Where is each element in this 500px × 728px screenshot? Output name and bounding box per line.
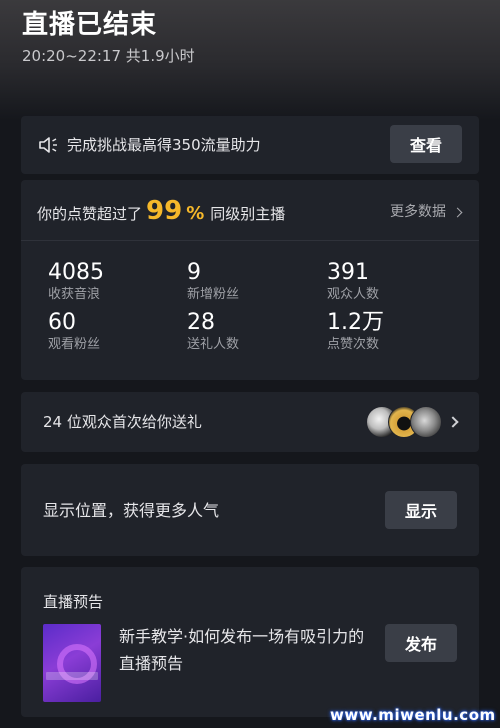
stat-viewers: 391 观众人数 xyxy=(327,261,379,304)
publish-button[interactable]: 发布 xyxy=(385,624,457,662)
stat-value: 60 xyxy=(48,310,76,335)
stat-likes: 1.2万 点赞次数 xyxy=(327,311,384,354)
stat-value: 1.2万 xyxy=(327,310,384,335)
live-preview-card: 直播预告 新手教学·如何发布一场有吸引力的直播预告 发布 xyxy=(21,567,479,717)
chevron-right-icon xyxy=(447,416,459,428)
stat-label: 点赞次数 xyxy=(327,337,380,352)
stat-sound-waves: 4085 收获音浪 xyxy=(48,261,104,304)
like-ranking: 你的点赞超过了 99 % 同级别主播 xyxy=(37,196,285,229)
show-location-card: 显示位置，获得更多人气 显示 xyxy=(21,464,479,556)
live-preview-title: 直播预告 xyxy=(43,593,104,611)
stat-value: 9 xyxy=(187,260,201,285)
tutorial-thumbnail[interactable] xyxy=(43,624,101,702)
stat-label: 观看粉丝 xyxy=(48,337,101,352)
more-data-link[interactable]: 更多数据 xyxy=(390,202,463,222)
divider xyxy=(21,240,479,241)
watermark: www.miwenlu.com xyxy=(330,706,496,724)
challenge-text: 完成挑战最高得350流量助力 xyxy=(67,136,261,154)
stat-label: 新增粉丝 xyxy=(187,287,240,302)
stat-value: 391 xyxy=(327,260,369,285)
like-suffix: 同级别主播 xyxy=(210,205,286,223)
stat-label: 收获音浪 xyxy=(48,287,101,302)
stats-card: 你的点赞超过了 99 % 同级别主播 更多数据 4085 收获音浪 9 新增粉丝… xyxy=(21,180,479,380)
like-prefix: 你的点赞超过了 xyxy=(37,205,143,223)
speaker-icon xyxy=(39,137,57,153)
stat-label: 观众人数 xyxy=(327,287,380,302)
challenge-card: 完成挑战最高得350流量助力 查看 xyxy=(21,116,479,174)
first-gift-text: 24 位观众首次给你送礼 xyxy=(43,413,202,431)
like-percent: 99 xyxy=(146,196,183,226)
show-location-text: 显示位置，获得更多人气 xyxy=(43,501,220,520)
live-duration: 20:20~22:17 共1.9小时 xyxy=(22,47,195,65)
tutorial-description[interactable]: 新手教学·如何发布一场有吸引力的直播预告 xyxy=(119,623,369,677)
stat-new-fans: 9 新增粉丝 xyxy=(187,261,239,304)
show-button[interactable]: 显示 xyxy=(385,491,457,529)
stat-gift-givers: 28 送礼人数 xyxy=(187,311,239,354)
gift-avatars xyxy=(366,406,442,438)
stat-fan-viewers: 60 观看粉丝 xyxy=(48,311,100,354)
stat-value: 4085 xyxy=(48,260,104,285)
view-button[interactable]: 查看 xyxy=(390,125,462,163)
thumbnail-caption-bar xyxy=(46,672,98,680)
stat-label: 送礼人数 xyxy=(187,337,240,352)
more-data-label: 更多数据 xyxy=(390,204,446,220)
page-title: 直播已结束 xyxy=(22,10,158,40)
chevron-right-icon xyxy=(452,207,463,217)
header: 直播已结束 20:20~22:17 共1.9小时 xyxy=(22,8,195,66)
stat-value: 28 xyxy=(187,310,215,335)
avatar xyxy=(410,406,442,438)
first-gift-card[interactable]: 24 位观众首次给你送礼 xyxy=(21,392,479,452)
like-percent-sign: % xyxy=(186,203,205,224)
